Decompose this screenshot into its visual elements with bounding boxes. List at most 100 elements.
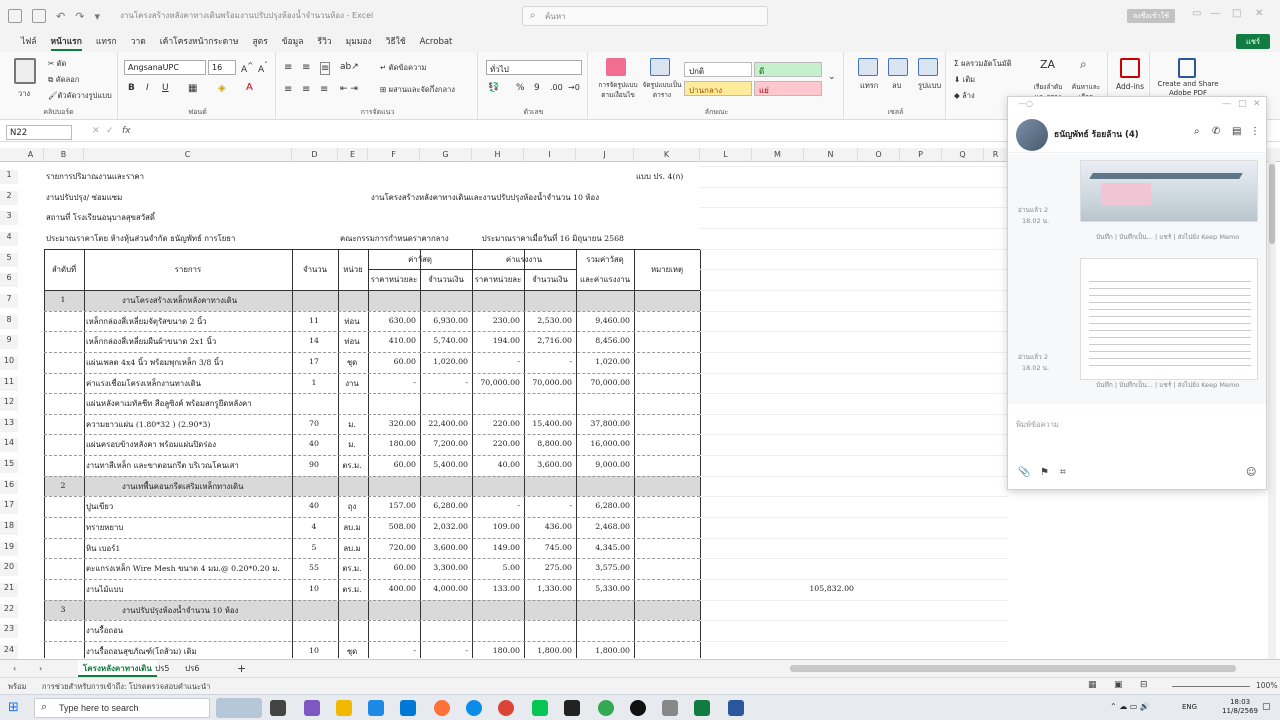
tab-draw[interactable]: วาด (124, 32, 153, 52)
tab-formulas[interactable]: สูตร (245, 32, 274, 52)
attach-icon[interactable]: 📎 (1018, 467, 1030, 478)
windows-start-icon[interactable]: ⊞ (8, 700, 19, 715)
column-header[interactable]: L (700, 148, 752, 162)
cut-button[interactable]: ✂ ตัด (48, 58, 66, 70)
merge-center-button[interactable]: ⊞ ผสานและจัดกึ่งกลาง (380, 84, 455, 96)
prev-sheet-icon[interactable]: ‹ (8, 660, 21, 677)
minimize-icon[interactable]: — (1210, 8, 1220, 19)
font-size-dropdown[interactable]: 16 (208, 60, 236, 75)
number-format-dropdown[interactable]: ทั่วไป (486, 60, 582, 75)
column-header[interactable]: F (368, 148, 420, 162)
row-header[interactable]: 18 (0, 521, 18, 536)
app-icon-1[interactable] (304, 700, 320, 716)
format-as-table-button[interactable]: จัดรูปแบบเป็นตาราง (642, 80, 682, 100)
align-left-icon[interactable]: ≡ (284, 84, 292, 95)
style-bad[interactable]: แย่ (754, 81, 822, 96)
wrap-text-button[interactable]: ↵ ตัดข้อความ (380, 62, 426, 74)
row-header[interactable]: 12 (0, 397, 18, 412)
tray-icons[interactable]: ⌃ ☁ ▭ 🔊 (1110, 702, 1150, 711)
format-painter-button[interactable]: 🖌ตัวคัดวางรูปแบบ (48, 90, 112, 102)
styles-more-icon[interactable]: ⌄ (828, 72, 836, 82)
pin-icon[interactable]: —○ (1018, 99, 1033, 108)
column-header[interactable]: C (84, 148, 292, 162)
conditional-formatting-icon[interactable] (606, 58, 626, 76)
undo-icon[interactable]: ↶ (56, 10, 65, 23)
call-icon[interactable]: ✆ (1212, 126, 1220, 137)
file-explorer-icon[interactable] (336, 700, 352, 716)
middle-align-icon[interactable]: ≡ (302, 62, 310, 73)
search-input[interactable]: ⌕ ค้นหา (522, 6, 768, 26)
chat-contact-name[interactable]: ธนัญพัทธ์ ร้อยล้าน (4) (1054, 127, 1139, 141)
font-name-dropdown[interactable]: AngsanaUPC (124, 60, 206, 75)
align-right-icon[interactable]: ≡ (320, 84, 328, 95)
insert-cells-button[interactable]: แทรก (860, 80, 878, 92)
autosave-icon[interactable] (8, 9, 22, 23)
weather-widget-icon[interactable] (216, 698, 262, 718)
chat-messages[interactable]: อ่านแล้ว 2 18.02 น. บันทึก | บันทึกเป็น.… (1008, 154, 1266, 404)
row-header[interactable]: 15 (0, 459, 18, 474)
row-header[interactable]: 20 (0, 562, 18, 577)
format-cells-icon[interactable] (918, 58, 938, 76)
language-indicator[interactable]: ENG (1182, 703, 1197, 711)
save-icon[interactable] (32, 9, 46, 23)
avatar[interactable] (1016, 119, 1048, 151)
page-layout-icon[interactable]: ▣ (1114, 680, 1123, 690)
increase-decimal-icon[interactable]: .00 (550, 83, 563, 92)
column-header[interactable]: D (292, 148, 338, 162)
app-icon-4[interactable] (662, 700, 678, 716)
top-align-icon[interactable]: ≡ (284, 62, 292, 73)
row-header[interactable]: 9 (0, 335, 18, 350)
sign-in-button[interactable]: ลงชื่อเข้าใช้ (1127, 9, 1175, 23)
image-actions-2[interactable]: บันทึก | บันทึกเป็น... | แชร์ | ส่งไปยัง… (1096, 380, 1239, 390)
image-actions-1[interactable]: บันทึก | บันทึกเป็น... | แชร์ | ส่งไปยัง… (1096, 232, 1239, 242)
notes-icon[interactable]: ▤ (1232, 126, 1241, 137)
row-header[interactable]: 6 (0, 273, 18, 288)
find-icon[interactable]: ⌕ (1080, 57, 1087, 72)
row-header[interactable]: 17 (0, 500, 18, 515)
customize-qat-icon[interactable]: ▾ (94, 10, 100, 23)
redo-icon[interactable]: ↷ (75, 10, 84, 23)
row-header[interactable]: 19 (0, 541, 18, 556)
adobe-pdf-icon[interactable] (1178, 58, 1196, 78)
sort-filter-icon[interactable]: ZA (1040, 58, 1055, 71)
app-icon-5[interactable] (728, 700, 744, 716)
addins-button[interactable]: Add-ins (1116, 82, 1144, 91)
delete-cells-icon[interactable] (888, 58, 908, 76)
sheet-tab-roof[interactable]: โครงหลังคาทางเดิน (78, 660, 157, 677)
autosum-button[interactable]: Σ ผลรวมอัตโนมัติ (954, 58, 1012, 70)
enter-icon[interactable]: ✓ (106, 126, 114, 136)
function-icon[interactable]: fx (122, 126, 131, 136)
edge-icon[interactable] (466, 700, 482, 716)
conditional-formatting-button[interactable]: การจัดรูปแบบตามเงื่อนไข (594, 80, 642, 100)
page-break-icon[interactable]: ⊟ (1140, 680, 1148, 690)
column-header[interactable]: J (576, 148, 634, 162)
column-header[interactable]: B (44, 148, 84, 162)
image-message-table[interactable] (1080, 258, 1258, 380)
addins-icon[interactable] (1120, 58, 1140, 78)
add-sheet-icon[interactable]: + (232, 660, 251, 677)
column-header[interactable]: P (900, 148, 942, 162)
row-header[interactable]: 1 (0, 170, 18, 184)
row-header[interactable]: 13 (0, 417, 18, 432)
row-header[interactable]: 3 (0, 211, 18, 226)
italic-button[interactable]: I (146, 83, 149, 93)
column-header[interactable]: H (472, 148, 524, 162)
tab-help[interactable]: วิธีใช้ (379, 32, 413, 52)
formula-input[interactable] (140, 125, 1000, 140)
line-icon[interactable] (532, 700, 548, 716)
font-color-icon[interactable]: A (246, 82, 253, 93)
column-header[interactable]: Q (942, 148, 984, 162)
taskbar-search-input[interactable]: ⌕ Type here to search (34, 698, 210, 718)
name-box[interactable]: N22 (6, 125, 72, 140)
indent-icon[interactable]: ⇤ ⇥ (340, 84, 358, 94)
notification-icon[interactable]: ▢ (1262, 702, 1271, 712)
column-header[interactable]: A (18, 148, 44, 162)
mail-icon[interactable] (400, 700, 416, 716)
chat-search-icon[interactable]: ⌕ (1194, 126, 1200, 137)
chrome-icon-2[interactable] (598, 700, 614, 716)
store-icon[interactable] (368, 700, 384, 716)
row-header[interactable]: 5 (0, 252, 18, 267)
row-header[interactable]: 8 (0, 314, 18, 329)
next-sheet-icon[interactable]: › (34, 660, 47, 677)
chrome-icon[interactable] (498, 700, 514, 716)
